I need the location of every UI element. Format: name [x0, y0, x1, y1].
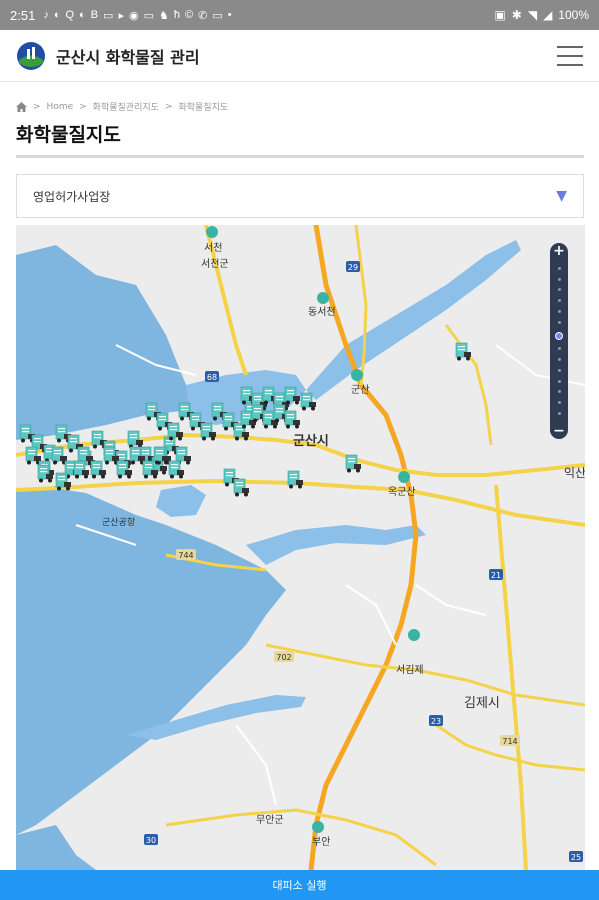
notification-icon: ✆ [198, 9, 208, 22]
notification-icon: ▭ [212, 9, 223, 22]
zoom-tick [557, 277, 561, 281]
svg-text:68: 68 [207, 373, 217, 382]
zoom-track[interactable] [555, 259, 563, 423]
place-label: 군산시 [293, 433, 329, 449]
notification-icons: ♪ ◐ Q ◐ B ▭ ▸ ◉ ▭ ♞ ħ © ✆ ▭ • [43, 9, 231, 22]
system-icon: ✱ [511, 8, 522, 22]
svg-text:744: 744 [178, 551, 193, 560]
notification-icon: © [184, 8, 194, 21]
place-label: 옥군산 [388, 486, 416, 498]
notification-icon: ▭ [103, 9, 114, 22]
zoom-tick [557, 390, 561, 394]
road-shield: 30 [144, 834, 158, 845]
svg-text:30: 30 [146, 836, 156, 845]
notification-icon: ▭ [143, 9, 154, 22]
breadcrumb-separator: > [33, 101, 41, 112]
battery-level: 100% [558, 8, 589, 22]
system-icon: ▣ [494, 8, 506, 22]
facility-type-select[interactable]: 영업허가사업장 ▼ [16, 174, 584, 218]
road-shield: 702 [274, 651, 294, 662]
zoom-tick [557, 347, 561, 351]
place-label: 서천 [204, 242, 222, 254]
road-shield: 23 [429, 715, 443, 726]
zoom-tick [557, 401, 561, 405]
notification-icon: ♞ [158, 9, 169, 22]
place-label: 서김제 [396, 664, 424, 676]
notification-icon: B [90, 8, 99, 21]
home-icon[interactable] [16, 101, 27, 112]
place-label: 김제시 [464, 696, 500, 711]
app-title: 군산시 화학물질 관리 [56, 47, 200, 67]
triangle-down-icon: ▼ [556, 188, 567, 204]
zoom-tick [557, 310, 561, 314]
place-label: 군산공항 [102, 517, 135, 528]
select-value: 영업허가사업장 [33, 189, 111, 204]
zoom-tick [557, 379, 561, 383]
system-icon: ◥ [527, 8, 538, 22]
road-shield: 714 [500, 735, 520, 746]
notification-icon: ♪ [43, 8, 49, 21]
zoom-tick [557, 288, 561, 292]
zoom-tick [557, 358, 561, 362]
svg-text:21: 21 [491, 571, 501, 580]
notification-icon: ◉ [128, 9, 139, 22]
zoom-slider-knob[interactable] [555, 331, 563, 340]
chemical-map[interactable]: 서천 서천군 동서천 군산 군산시 옥군산 군산공항 서김제 김제시 익산 무안… [16, 225, 585, 870]
notification-icon: ▸ [118, 9, 124, 22]
run-shelter-button[interactable]: 대피소 실행 [0, 870, 599, 900]
notification-icon: ◐ [53, 8, 61, 21]
notification-icon: ◐ [79, 8, 86, 21]
breadcrumb-current: 화학물질지도 [178, 103, 229, 113]
page-title: 화학물질지도 [16, 124, 121, 146]
breadcrumb: > Home > 화학물질관리지도 > 화학물질지도 [16, 100, 228, 113]
system-icon: ◢ [543, 8, 553, 22]
road-shield: 29 [346, 261, 360, 272]
notification-icon: • [227, 8, 232, 21]
system-icons: ▣ ✱ ◥ ◢ 100% [494, 8, 589, 22]
zoom-out-button[interactable]: − [553, 423, 565, 439]
road-shield: 744 [176, 549, 196, 560]
app-header: 군산시 화학물질 관리 [0, 30, 599, 82]
zoom-tick [557, 299, 561, 303]
map-canvas[interactable]: 서천 서천군 동서천 군산 군산시 옥군산 군산공항 서김제 김제시 익산 무안… [16, 225, 585, 870]
place-label: 부안 [312, 836, 330, 848]
title-divider [16, 155, 584, 158]
place-label: 무안군 [256, 814, 284, 826]
svg-text:25: 25 [571, 853, 581, 862]
notification-icon: Q [65, 8, 75, 21]
road-shield: 68 [205, 371, 219, 382]
status-time: 2:51 [10, 7, 36, 23]
zoom-tick [557, 266, 561, 270]
place-label: 서천군 [201, 258, 229, 270]
svg-text:702: 702 [276, 653, 291, 662]
place-label: 군산 [351, 384, 369, 396]
road-shield: 25 [569, 851, 583, 862]
breadcrumb-chemical-management[interactable]: 화학물질관리지도 [93, 100, 159, 113]
zoom-in-button[interactable]: + [553, 243, 565, 259]
notification-icon: ħ [173, 8, 180, 21]
zoom-tick [557, 412, 561, 416]
status-bar: 2:51 ♪ ◐ Q ◐ B ▭ ▸ ◉ ▭ ♞ ħ © ✆ ▭ • ▣ ✱ ◥ ◢ 100% [0, 0, 599, 30]
place-label: 익산 [564, 466, 585, 480]
road-shield: 21 [489, 569, 503, 580]
svg-text:714: 714 [502, 737, 517, 746]
breadcrumb-separator: > [164, 101, 173, 112]
breadcrumb-separator: > [79, 101, 87, 112]
svg-text:23: 23 [431, 717, 441, 726]
zoom-tick [557, 368, 561, 372]
city-emblem-icon[interactable] [16, 41, 46, 71]
zoom-tick [557, 320, 561, 324]
place-label: 동서천 [308, 306, 336, 318]
svg-text:29: 29 [348, 263, 358, 272]
hamburger-menu-icon[interactable] [557, 45, 583, 66]
zoom-control[interactable]: + − [550, 243, 568, 439]
breadcrumb-home[interactable]: Home [47, 102, 74, 112]
